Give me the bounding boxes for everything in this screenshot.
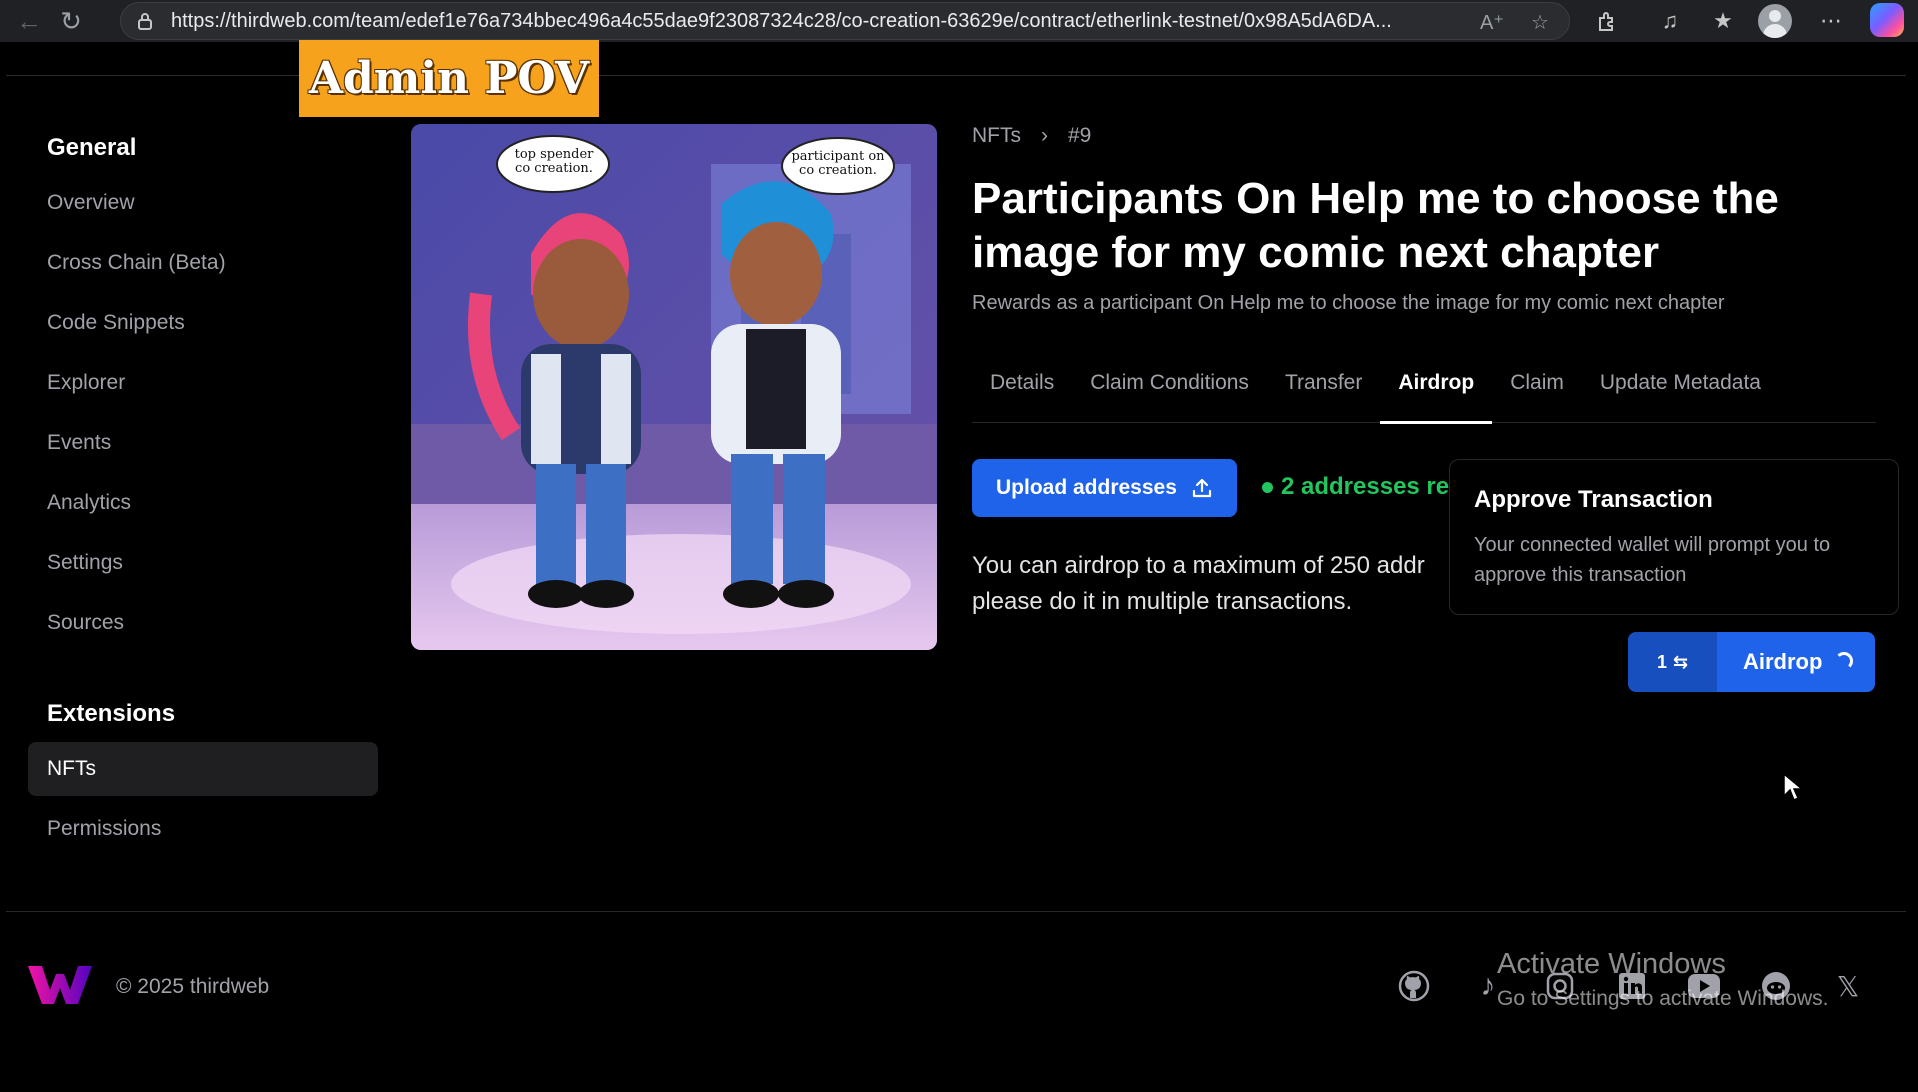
address-bar[interactable]: https://thirdweb.com/team/edef1e76a734bb… <box>120 2 1570 40</box>
speech-bubble-left: top spender co creation. <box>514 147 594 176</box>
copilot-icon[interactable] <box>1870 3 1904 37</box>
sidebar-item-nfts[interactable]: NFTs <box>28 742 378 796</box>
tab-transfer[interactable]: Transfer <box>1267 355 1380 423</box>
tab-bar: Details Claim Conditions Transfer Airdro… <box>972 355 1876 424</box>
breadcrumb-current: #9 <box>1068 124 1092 147</box>
loading-spinner-icon <box>1835 652 1853 670</box>
status-dot-icon <box>1262 482 1273 494</box>
sidebar-item-cross-chain[interactable]: Cross Chain (Beta) <box>28 236 378 290</box>
tab-airdrop[interactable]: Airdrop <box>1380 355 1493 424</box>
sidebar-item-code-snippets[interactable]: Code Snippets <box>28 296 378 350</box>
back-arrow-icon[interactable]: ← <box>8 0 50 42</box>
breadcrumb-nfts-link[interactable]: NFTs <box>972 124 1021 148</box>
swap-arrows-icon: ⇆ <box>1672 651 1689 672</box>
transaction-count-button[interactable]: 1 ⇆ <box>1628 632 1717 692</box>
airdrop-submit-label: Airdrop <box>1743 649 1823 674</box>
extensions-icon[interactable] <box>1592 6 1622 36</box>
transaction-count: 1 <box>1656 651 1667 672</box>
favorite-star-icon[interactable]: ☆ <box>1529 11 1551 34</box>
watermark-line-2: Go to Settings to activate Windows. <box>1497 987 1829 1010</box>
upload-icon <box>1192 478 1212 498</box>
profile-avatar[interactable] <box>1758 4 1792 38</box>
speech-bubble-right: participant on co creation. <box>791 149 885 178</box>
airdrop-limit-info: You can airdrop to a maximum of 250 addr… <box>972 548 1448 620</box>
tab-claim-conditions[interactable]: Claim Conditions <box>1072 355 1267 423</box>
sidebar-item-permissions[interactable]: Permissions <box>28 802 378 856</box>
header-divider <box>6 75 1906 76</box>
thirdweb-logo-icon[interactable] <box>28 962 98 1008</box>
sidebar-heading-general: General <box>47 134 137 161</box>
mouse-cursor-icon <box>1783 772 1804 802</box>
popover-body: Your connected wallet will prompt you to… <box>1474 534 1831 586</box>
sidebar-item-analytics[interactable]: Analytics <box>28 476 378 530</box>
browser-toolbar: ← ↻ https://thirdweb.com/team/edef1e76a7… <box>0 0 1918 42</box>
airdrop-button-group: 1 ⇆ Airdrop <box>1628 632 1875 692</box>
lock-icon <box>135 11 155 31</box>
page-subtitle: Rewards as a participant On Help me to c… <box>972 292 1725 314</box>
media-icon[interactable]: ♫ <box>1655 6 1685 36</box>
sidebar-item-overview[interactable]: Overview <box>28 176 378 230</box>
upload-addresses-label: Upload addresses <box>996 476 1177 499</box>
more-menu-icon[interactable]: ⋯ <box>1816 6 1846 36</box>
approve-transaction-popover: Approve Transaction Your connected walle… <box>1449 459 1899 615</box>
addresses-status: 2 addresses re <box>1262 473 1452 501</box>
url-text[interactable]: https://thirdweb.com/team/edef1e76a734bb… <box>171 10 1471 33</box>
sidebar-item-settings[interactable]: Settings <box>28 536 378 590</box>
airdrop-limit-line-1: You can airdrop to a maximum of 250 addr <box>972 552 1425 579</box>
x-icon[interactable]: 𝕏 <box>1830 968 1866 1004</box>
footer-copyright: © 2025 thirdweb <box>116 975 270 998</box>
windows-activation-watermark: Activate Windows Go to Settings to activ… <box>1497 948 1829 1011</box>
tab-claim[interactable]: Claim <box>1492 355 1582 423</box>
tab-update-metadata[interactable]: Update Metadata <box>1582 355 1779 423</box>
sidebar-item-explorer[interactable]: Explorer <box>28 356 378 410</box>
sidebar: General Overview Cross Chain (Beta) Code… <box>28 120 378 862</box>
tab-details[interactable]: Details <box>972 355 1072 423</box>
footer-divider <box>6 911 1906 912</box>
watermark-line-1: Activate Windows <box>1497 948 1726 980</box>
addresses-status-text: 2 addresses re <box>1281 473 1450 500</box>
popover-title: Approve Transaction <box>1474 486 1713 513</box>
read-aloud-icon[interactable]: A⁺ <box>1480 11 1504 34</box>
favorites-icon[interactable]: ★ <box>1708 6 1738 36</box>
page-title: Participants On Help me to choose the im… <box>972 174 1779 277</box>
github-icon[interactable] <box>1396 968 1432 1004</box>
upload-addresses-button[interactable]: Upload addresses <box>972 459 1237 517</box>
chevron-right-icon: › <box>1041 124 1048 147</box>
sidebar-heading-extensions: Extensions <box>47 700 176 727</box>
sidebar-item-events[interactable]: Events <box>28 416 378 470</box>
airdrop-submit-button[interactable]: Airdrop <box>1717 632 1875 692</box>
sidebar-item-sources[interactable]: Sources <box>28 596 378 650</box>
nft-image: top spender co creation. participant on … <box>411 124 937 650</box>
airdrop-limit-line-2: please do it in multiple transactions. <box>972 588 1353 615</box>
refresh-icon[interactable]: ↻ <box>50 0 92 42</box>
breadcrumb: NFTs › #9 <box>972 124 1091 148</box>
pov-badge: Admin POV <box>299 40 599 117</box>
